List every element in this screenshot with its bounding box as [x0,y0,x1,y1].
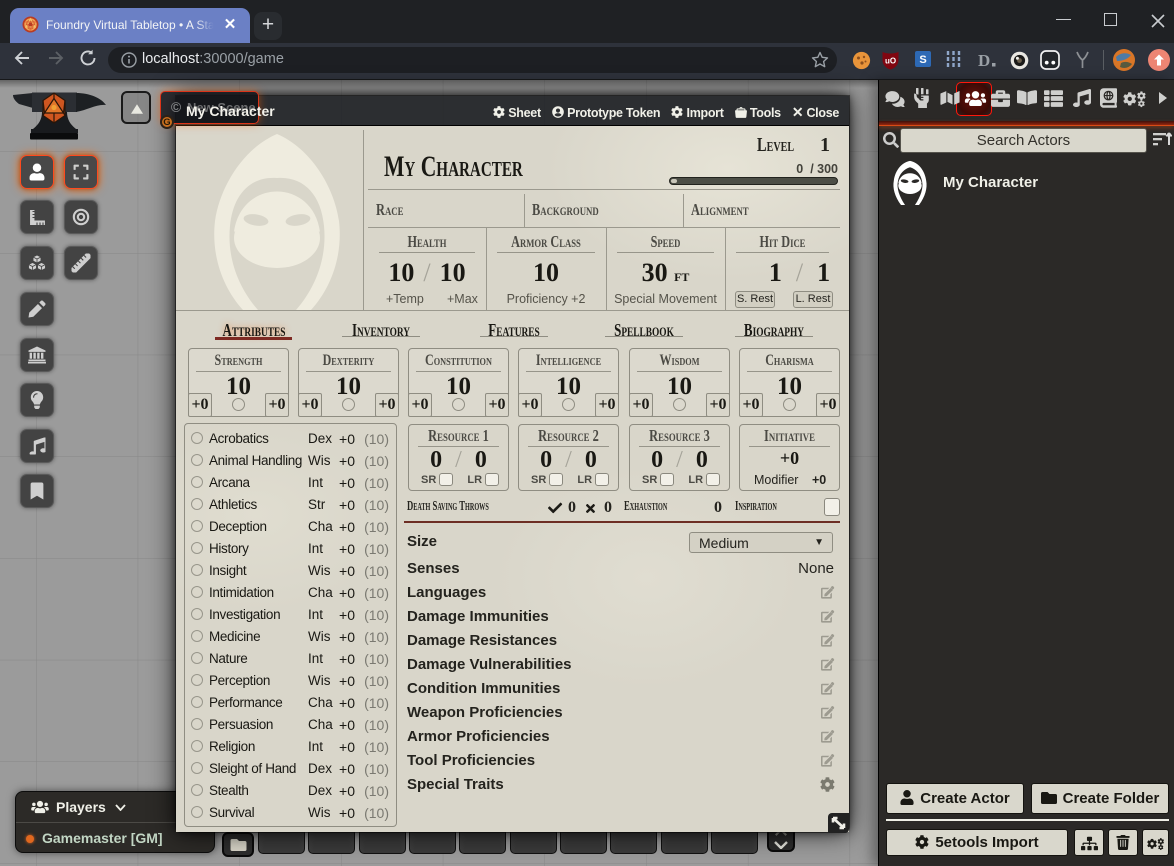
svg-text:uO: uO [885,57,896,66]
svg-text:S: S [919,54,926,66]
svg-text:D: D [978,51,990,69]
